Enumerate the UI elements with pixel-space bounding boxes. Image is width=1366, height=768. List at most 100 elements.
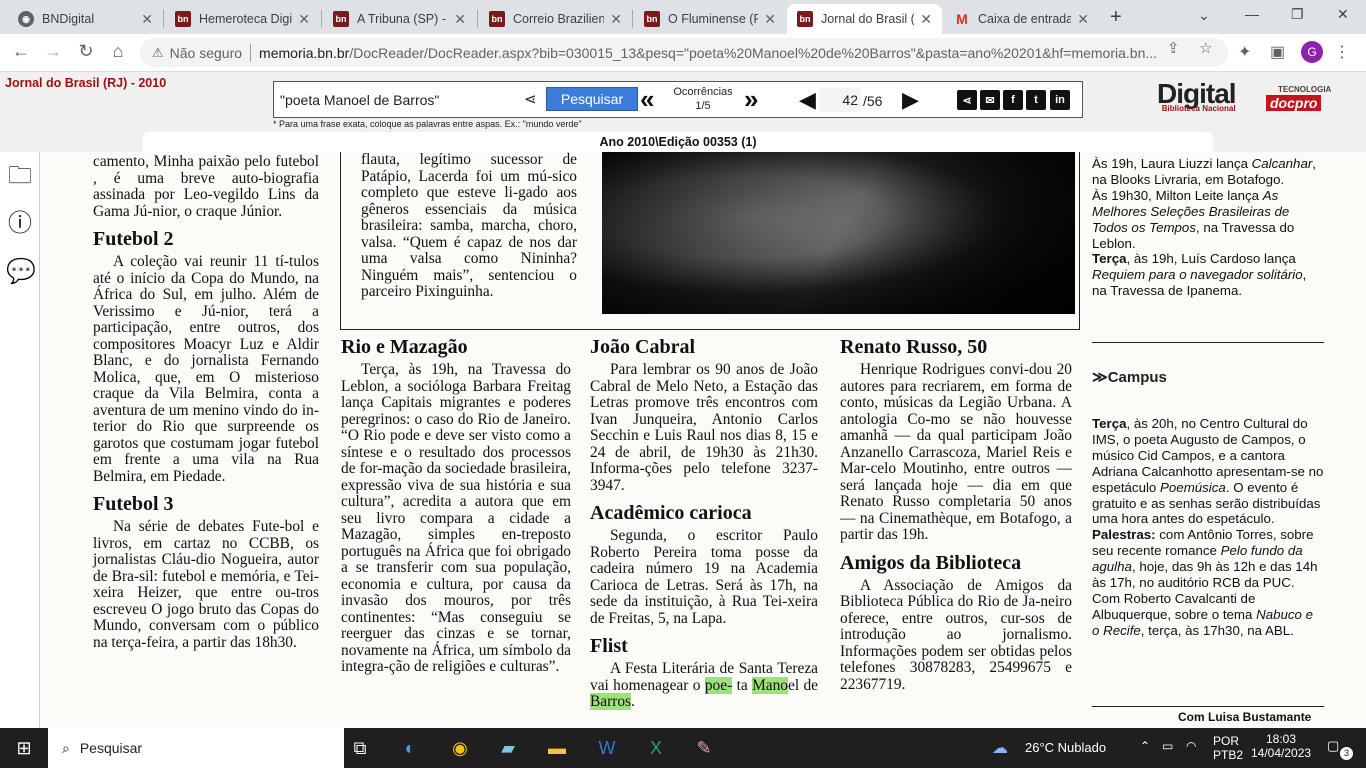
text: Às 19h, Laura Liuzzi lança	[1092, 156, 1248, 171]
tab-correio[interactable]: bn Correio Braziliense ✕	[479, 4, 632, 34]
headline: Futebol 2	[93, 228, 174, 250]
facebook-icon[interactable]: f	[1003, 90, 1023, 110]
prev-page-icon[interactable]: ◀	[799, 88, 816, 112]
close-icon[interactable]: ✕	[764, 11, 776, 28]
close-icon[interactable]: ✕	[298, 11, 310, 28]
agenda-item: Terça, às 20h, no Centro Cultural do IMS…	[1092, 416, 1324, 527]
search-highlight: poe-	[704, 676, 733, 694]
back-icon[interactable]: ←	[9, 41, 33, 62]
side-panel-icon[interactable]: ▣	[1270, 42, 1285, 62]
tab-hemeroteca[interactable]: bn Hemeroteca Digital ✕	[165, 4, 320, 34]
next-page-icon[interactable]: ▶	[902, 88, 919, 112]
reload-icon[interactable]: ↻	[74, 41, 98, 62]
linkedin-icon[interactable]: in	[1050, 90, 1070, 110]
excel-icon[interactable]: X	[644, 736, 668, 760]
bn-favicon-icon: bn	[644, 11, 660, 27]
twitter-icon[interactable]: t	[1026, 90, 1046, 110]
windows-start-icon[interactable]: ⊞	[12, 736, 36, 760]
bookmark-star-icon[interactable]: ☆	[1199, 39, 1212, 57]
headline: Rio e Mazagão	[341, 336, 468, 358]
close-icon[interactable]: ✕	[920, 11, 932, 28]
url-path: /DocReader/DocReader.aspx?bib=030015_13&…	[349, 44, 1158, 61]
close-icon[interactable]: ✕	[1077, 11, 1089, 28]
forward-icon[interactable]: →	[41, 41, 65, 62]
comments-icon[interactable]: 💬	[6, 258, 36, 286]
info-icon[interactable]: ⓘ	[6, 210, 34, 238]
tab-search-icon[interactable]: ⌄	[1198, 7, 1210, 24]
avatar[interactable]: G	[1301, 41, 1323, 63]
language-indicator[interactable]: POR PTB2	[1213, 734, 1243, 762]
extensions-icon[interactable]: ✦	[1238, 42, 1251, 62]
folder-icon[interactable]: 🗀	[6, 162, 34, 190]
show-title: Poemúsica	[1160, 479, 1226, 495]
close-icon[interactable]: ✕	[610, 11, 622, 28]
search-button[interactable]: Pesquisar	[546, 87, 638, 111]
search-input[interactable]	[280, 88, 520, 112]
taskbar: ⊞ ⌕ Pesquisar ⧉ ◐ ◉ ▰ ▬ W X ✎ ☁ 26°C Nub…	[0, 728, 1366, 768]
next-occurrence-icon[interactable]: »	[744, 84, 758, 114]
tab-a-tribuna[interactable]: bn A Tribuna (SP) - 2 ✕	[323, 4, 476, 34]
agenda-item: Às 19h30, Milton Leite lança As Melhores…	[1092, 188, 1324, 252]
taskbar-search[interactable]: ⌕ Pesquisar	[48, 728, 344, 768]
clock[interactable]: 18:03 14/04/2023	[1251, 732, 1311, 760]
agenda-item: Às 19h, Laura Liuzzi lança Calcanhar, na…	[1092, 156, 1324, 188]
share-icon[interactable]: ⋖	[524, 90, 537, 108]
occurrences: Ocorrências 1/5	[670, 85, 736, 113]
column-2-top: flauta, legítimo sucessor de Patápio, La…	[361, 152, 577, 301]
page-number-input[interactable]	[819, 88, 861, 112]
keyboard-layout: PTB2	[1213, 748, 1244, 762]
tab-title: BNDigital	[42, 12, 95, 26]
newspaper-photo	[602, 152, 1075, 314]
tab-jornal-do-brasil[interactable]: bn Jornal do Brasil (R ✕	[787, 4, 942, 34]
weather-icon[interactable]: ☁	[992, 738, 1008, 758]
close-window-icon[interactable]: ✕	[1337, 6, 1349, 23]
task-view-icon[interactable]: ⧉	[348, 736, 372, 760]
url-host: memoria.bn.br	[259, 44, 350, 61]
edge-icon[interactable]: ◐	[398, 736, 422, 760]
tab-bndigital[interactable]: ◉ BNDigital ✕	[8, 4, 163, 34]
email-icon[interactable]: ✉	[980, 90, 1000, 110]
text: , às 19h, Luís Cardoso lança	[1126, 251, 1296, 267]
publication-title: Jornal do Brasil (RJ) - 2010	[5, 76, 167, 90]
tab-divider	[477, 10, 478, 28]
search-highlight: Mano	[752, 676, 788, 694]
day-label: Terça	[1092, 251, 1127, 267]
globe-icon: ◉	[18, 11, 34, 27]
display-icon[interactable]: ▭	[1162, 739, 1173, 753]
newspaper-page: camento, Minha paixão pelo futebol , é u…	[40, 152, 1366, 728]
minimize-icon[interactable]: —	[1245, 6, 1259, 22]
weather-text[interactable]: 26°C Nublado	[1025, 740, 1106, 755]
tab-fluminense[interactable]: bn O Fluminense (RJ ✕	[634, 4, 786, 34]
divider	[1092, 342, 1324, 343]
address-bar[interactable]: ⚠ Não seguro memoria.bn.br /DocReader/Do…	[140, 38, 1228, 67]
tab-gmail[interactable]: M Caixa de entrada ✕	[944, 4, 1099, 34]
bn-digital-logo: Digital Biblioteca Nacional	[1157, 78, 1237, 113]
file-explorer-icon[interactable]: ▬	[545, 736, 569, 760]
home-icon[interactable]: ⌂	[106, 41, 130, 62]
paint-icon[interactable]: ✎	[692, 736, 716, 760]
restore-icon[interactable]: ❐	[1291, 6, 1304, 23]
menu-icon[interactable]: ⋮	[1334, 42, 1350, 62]
new-tab-button[interactable]: +	[1110, 6, 1122, 29]
word-icon[interactable]: W	[595, 736, 619, 760]
show-hidden-icon[interactable]: ⌃	[1140, 739, 1150, 753]
headline: Flist	[590, 635, 628, 657]
share-icon[interactable]: ⇪	[1167, 39, 1180, 57]
prev-occurrence-icon[interactable]: «	[640, 84, 654, 114]
notification-icon[interactable]: ▢	[1327, 738, 1339, 754]
close-icon[interactable]: ✕	[141, 11, 153, 28]
share-icon[interactable]: ⋖	[957, 90, 977, 110]
chrome-icon[interactable]: ◉	[448, 736, 472, 760]
headline: Renato Russo, 50	[840, 336, 988, 358]
app-icon[interactable]: ▰	[496, 736, 520, 760]
paragraph: A coleção vai reunir 11 tí-tulos até o i…	[93, 253, 319, 485]
close-icon[interactable]: ✕	[454, 11, 466, 28]
divider	[250, 43, 252, 62]
double-chevron-icon: ≫	[1092, 369, 1108, 386]
headline: Amigos da Biblioteca	[840, 551, 1022, 574]
headline: Futebol 3	[93, 493, 174, 515]
tab-divider	[632, 10, 633, 28]
paragraph: flauta, legítimo sucessor de Patápio, La…	[361, 152, 577, 300]
gmail-icon: M	[956, 11, 968, 27]
wifi-icon[interactable]: ◠	[1186, 739, 1196, 753]
